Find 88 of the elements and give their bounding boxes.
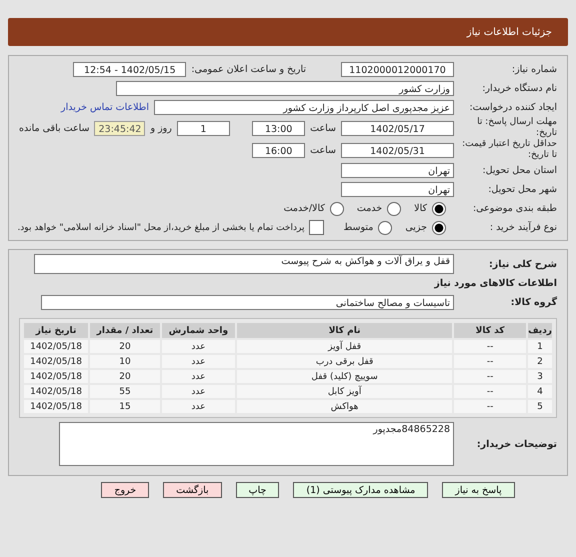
table-cell: 15 bbox=[89, 399, 161, 414]
announce-date-field: 1402/05/15 - 12:54 bbox=[73, 62, 186, 77]
city-field: تهران bbox=[341, 182, 454, 197]
table-cell: 20 bbox=[89, 369, 161, 384]
table-cell: -- bbox=[453, 369, 528, 384]
option-label: پرداخت تمام یا بخشی از مبلغ خرید،از محل "اسناد خزانه اسلامی" خواهد بود. bbox=[17, 222, 304, 232]
table-cell: 4 bbox=[527, 384, 553, 399]
table-cell: 20 bbox=[89, 339, 161, 354]
field-label: استان محل تحویل: bbox=[481, 165, 557, 176]
column-header: ردیف bbox=[527, 322, 553, 339]
field-label: ایجاد کننده درخواست: bbox=[468, 102, 557, 113]
table-cell: 5 bbox=[527, 399, 553, 414]
table-cell: -- bbox=[453, 384, 528, 399]
field-label: ساعت باقی مانده bbox=[19, 122, 90, 134]
creator-field: عزیز مجدپوری اصل کارپرداز وزارت کشور bbox=[154, 100, 454, 115]
field-label: ساعت bbox=[310, 122, 336, 134]
column-header: کد کالا bbox=[453, 322, 528, 339]
radio-button[interactable] bbox=[330, 202, 344, 216]
table-cell: 1402/05/18 bbox=[23, 369, 90, 384]
need-number-field: 1102000012000170 bbox=[341, 62, 454, 77]
buyer-field: وزارت کشور bbox=[116, 81, 454, 96]
table-cell: آویز کابل bbox=[236, 384, 454, 399]
field-label: حداقل تاریخ اعتبار قیمت: تا تاریخ: bbox=[461, 139, 557, 161]
buyer-contact-link[interactable]: اطلاعات تماس خریدار bbox=[60, 102, 149, 113]
table-cell: قفل برقی درب bbox=[236, 354, 454, 369]
table-cell: سوییچ (کلید) قفل bbox=[236, 369, 454, 384]
column-header: واحد شمارش bbox=[160, 322, 236, 339]
table-cell: عدد bbox=[160, 339, 236, 354]
deadline-date-field: 1402/05/17 bbox=[341, 120, 454, 136]
action-button[interactable]: چاپ bbox=[236, 482, 280, 498]
table-cell: عدد bbox=[160, 399, 236, 414]
description-field: قفل و یراق آلات و هواکش به شرح پیوست bbox=[34, 254, 454, 274]
table-cell: -- bbox=[453, 354, 528, 369]
checkbox[interactable] bbox=[309, 220, 324, 235]
column-header: نام کالا bbox=[236, 322, 454, 339]
field-label: شماره نیاز: bbox=[510, 64, 557, 75]
field-label: شهر محل تحویل: bbox=[487, 184, 557, 195]
field-label: طبقه بندی موضوعی: bbox=[472, 203, 557, 214]
table-cell: هواکش bbox=[236, 399, 454, 414]
column-header: تعداد / مقدار bbox=[89, 322, 161, 339]
radio-button[interactable] bbox=[432, 202, 446, 216]
radio-button[interactable] bbox=[387, 202, 402, 216]
goods-group-field: تاسیسات و مصالح ساختمانی bbox=[41, 295, 454, 310]
table-cell: 3 bbox=[527, 369, 553, 384]
deadline-time-field: 13:00 bbox=[252, 120, 306, 136]
field-label: توضیحات خریدار: bbox=[476, 438, 557, 450]
table-cell: قفل آویز bbox=[236, 339, 454, 354]
column-header: تاریخ نیاز bbox=[23, 322, 90, 339]
table-cell: 55 bbox=[89, 384, 161, 399]
table-cell: عدد bbox=[160, 384, 236, 399]
radio-button[interactable] bbox=[432, 220, 446, 234]
field-label: روز و bbox=[150, 122, 172, 134]
table-cell: 10 bbox=[89, 354, 161, 369]
option-label: کالا/خدمت bbox=[284, 203, 325, 214]
action-button[interactable]: پاسخ به نیاز bbox=[442, 482, 515, 498]
field-label: گروه کالا: bbox=[510, 297, 557, 308]
action-button[interactable]: مشاهده مدارک پیوستی (1) bbox=[293, 482, 428, 498]
field-label: نام دستگاه خریدار: bbox=[481, 83, 557, 94]
table-cell: 1402/05/18 bbox=[23, 339, 90, 354]
action-button[interactable]: بازگشت bbox=[163, 482, 222, 498]
table-cell: -- bbox=[453, 339, 528, 354]
page-title: جزئیات اطلاعات نیاز bbox=[466, 26, 552, 38]
remaining-time-field: 23:45:42 bbox=[94, 120, 146, 136]
buyer-notes-field: 84865228مجدپور bbox=[59, 422, 454, 466]
table-cell: عدد bbox=[160, 354, 236, 369]
field-label: مهلت ارسال پاسخ: تا تاریخ: bbox=[476, 117, 557, 139]
option-label: متوسط bbox=[343, 222, 374, 233]
days-field: 1 bbox=[176, 120, 230, 136]
table-cell: 1 bbox=[527, 339, 553, 354]
field-label: تاریخ و ساعت اعلان عمومی: bbox=[191, 64, 306, 75]
table-cell: 1402/05/18 bbox=[23, 384, 90, 399]
table-cell: 2 bbox=[527, 354, 553, 369]
option-label: خدمت bbox=[356, 203, 382, 214]
table-cell: -- bbox=[453, 399, 528, 414]
table-cell: 1402/05/18 bbox=[23, 399, 90, 414]
validity-time-field: 16:00 bbox=[252, 142, 306, 158]
table-cell: 1402/05/18 bbox=[23, 354, 90, 369]
validity-date-field: 1402/05/31 bbox=[341, 142, 454, 158]
radio-button[interactable] bbox=[378, 220, 392, 234]
option-label: جزیی bbox=[405, 222, 427, 233]
section-title: اطلاعات کالاهای مورد نیاز bbox=[434, 278, 557, 289]
province-field: تهران bbox=[341, 163, 454, 178]
field-label: نوع فرآیند خرید : bbox=[488, 222, 557, 233]
table-cell: عدد bbox=[160, 369, 236, 384]
action-button[interactable]: خروج bbox=[101, 482, 150, 498]
field-label: شرح کلی نیاز: bbox=[488, 258, 557, 270]
option-label: کالا bbox=[414, 203, 427, 214]
field-label: ساعت bbox=[310, 144, 336, 156]
